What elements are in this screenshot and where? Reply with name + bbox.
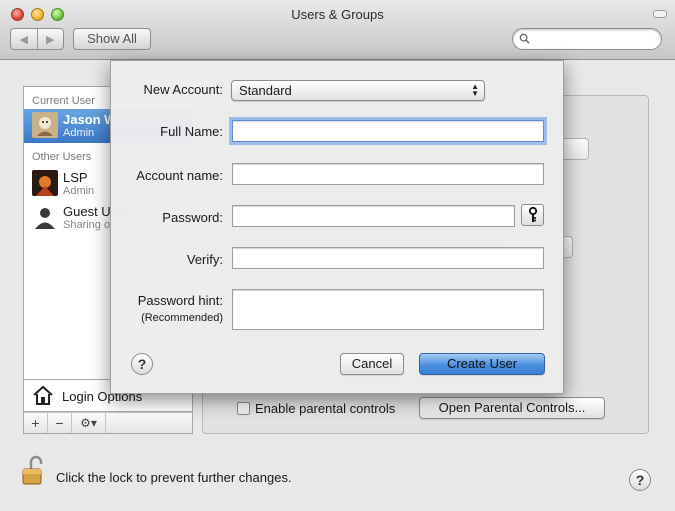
- gear-menu-button[interactable]: ⚙▾: [72, 413, 106, 433]
- user-avatar: [32, 112, 58, 138]
- guest-user-icon: [35, 208, 55, 229]
- show-all-button[interactable]: Show All: [73, 28, 151, 50]
- account-name-label: Account name:: [136, 168, 223, 183]
- window-titlebar: Users & Groups ◀ ▶ Show All: [0, 0, 675, 60]
- enable-parental-controls-checkbox[interactable]: [237, 402, 250, 415]
- lock-status-text: Click the lock to prevent further change…: [56, 470, 292, 485]
- house-icon: [33, 385, 53, 405]
- sheet-help-button[interactable]: ?: [131, 353, 153, 375]
- password-assistant-button[interactable]: [521, 204, 544, 226]
- user-name: Jason W: [63, 112, 117, 127]
- create-user-button[interactable]: Create User: [419, 353, 545, 375]
- back-forward-control: ◀ ▶: [10, 28, 64, 50]
- password-hint-field[interactable]: [232, 289, 544, 330]
- enable-parental-controls-label: Enable parental controls: [255, 401, 396, 416]
- add-user-button[interactable]: +: [24, 413, 48, 433]
- user-role: Admin: [63, 185, 95, 197]
- window-title: Users & Groups: [291, 7, 384, 22]
- account-name-field[interactable]: [232, 163, 544, 185]
- user-role: Admin: [63, 127, 95, 139]
- user-name: LSP: [63, 170, 88, 185]
- account-type-value: Standard: [239, 83, 292, 98]
- current-user-header: Current User: [32, 95, 95, 107]
- new-account-label: New Account:: [143, 82, 224, 97]
- full-name-label: Full Name:: [160, 124, 223, 139]
- search-field[interactable]: [512, 28, 662, 50]
- unlocked-lock-icon[interactable]: [22, 455, 44, 485]
- verify-field[interactable]: [232, 247, 544, 269]
- other-users-header: Other Users: [32, 151, 92, 163]
- password-hint-label: Password hint:: [137, 293, 223, 308]
- help-button[interactable]: ?: [629, 469, 651, 491]
- toolbar-toggle-button[interactable]: [653, 10, 667, 18]
- password-hint-sublabel: (Recommended): [141, 312, 223, 324]
- remove-user-button[interactable]: −: [48, 413, 72, 433]
- verify-label: Verify:: [186, 252, 223, 267]
- key-icon: [528, 207, 537, 222]
- forward-arrow-icon[interactable]: ▶: [36, 29, 64, 49]
- list-action-bar: + − ⚙▾: [23, 412, 193, 434]
- account-type-popup[interactable]: Standard ▲ ▼: [231, 80, 485, 101]
- password-field[interactable]: [232, 205, 515, 227]
- user-role: Sharing o: [63, 219, 111, 231]
- popup-arrows-icon: ▲ ▼: [471, 82, 479, 98]
- back-arrow-icon[interactable]: ◀: [11, 29, 37, 49]
- user-avatar: [32, 170, 58, 196]
- full-name-field[interactable]: [232, 120, 544, 142]
- password-label: Password:: [162, 210, 223, 225]
- open-parental-controls-button[interactable]: Open Parental Controls...: [419, 397, 605, 419]
- cancel-button[interactable]: Cancel: [340, 353, 404, 375]
- search-icon: [519, 33, 530, 44]
- new-account-sheet: New Account: Standard ▲ ▼ Full Name: Acco…: [110, 60, 564, 394]
